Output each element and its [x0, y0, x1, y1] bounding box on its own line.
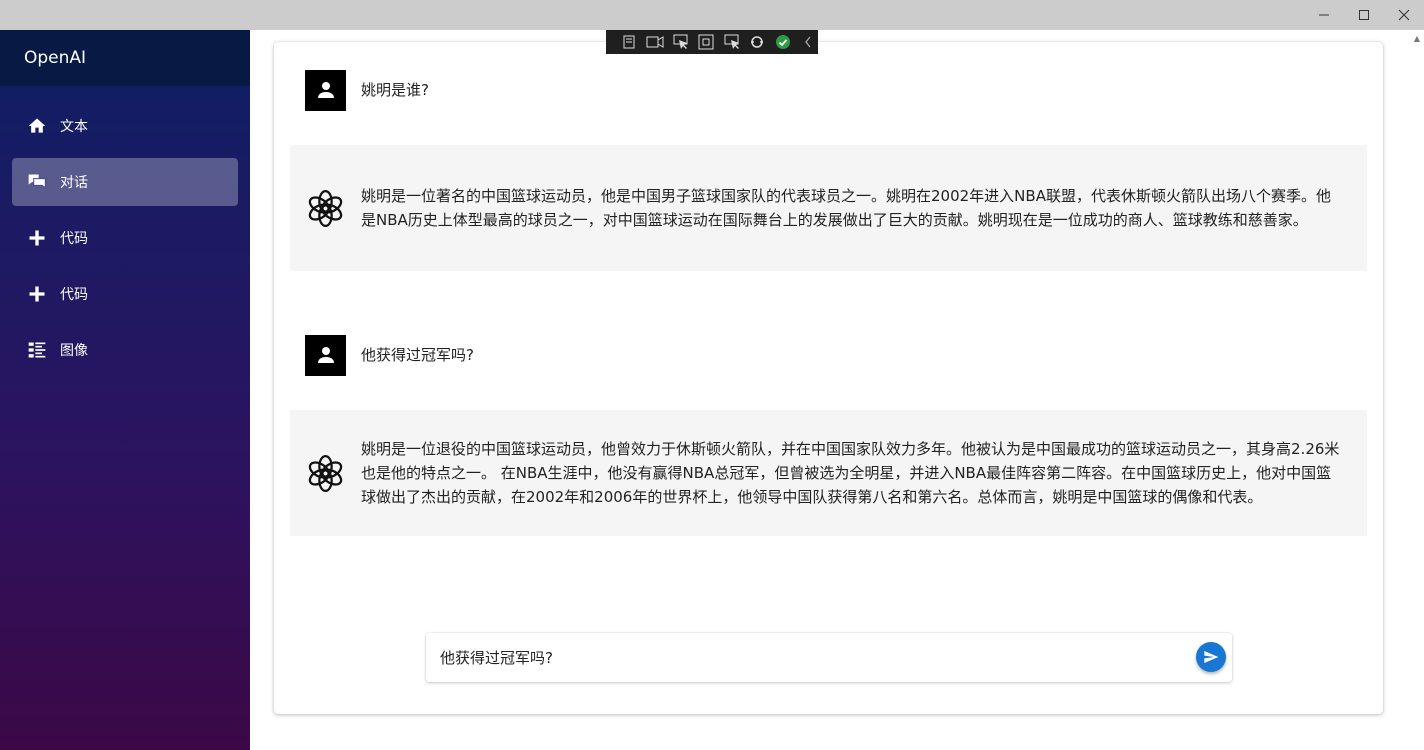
user-avatar-icon	[305, 334, 346, 376]
sidebar-item-chat[interactable]: 对话	[12, 158, 238, 206]
maximize-icon[interactable]	[1344, 0, 1384, 30]
message-text: 姚明是谁?	[361, 81, 429, 99]
app-title: OpenAI	[0, 30, 250, 86]
sidebar-item-label: 图像	[60, 343, 88, 359]
chat-icon	[26, 171, 48, 193]
plus-icon	[26, 227, 48, 249]
sidebar: OpenAI 文本 对话 代码 代码 图像	[0, 30, 250, 750]
chat-message-assistant: 姚明是一位退役的中国篮球运动员，他曾效力于休斯顿火箭队，并在中国国家队效力多年。…	[290, 410, 1367, 536]
check-icon[interactable]	[773, 33, 793, 51]
user-avatar-icon	[305, 69, 346, 111]
chat-message-user: 姚明是谁?	[290, 58, 1367, 122]
sidebar-item-label: 文本	[60, 119, 88, 135]
chat-input[interactable]	[440, 643, 1180, 671]
sidebar-item-label: 代码	[60, 231, 88, 247]
openai-logo-icon	[305, 188, 346, 229]
select-element-icon[interactable]	[620, 33, 640, 51]
message-text: 他获得过冠军吗?	[361, 346, 474, 364]
sidebar-nav: 文本 对话 代码 代码 图像	[12, 102, 238, 382]
hot-reload-icon[interactable]	[748, 33, 768, 51]
chat-message-assistant: 姚明是一位著名的中国篮球运动员，他是中国男子篮球国家队的代表球员之一。姚明在20…	[290, 145, 1367, 271]
message-text: 姚明是一位著名的中国篮球运动员，他是中国男子篮球国家队的代表球员之一。姚明在20…	[361, 187, 1331, 229]
sidebar-item-code-2[interactable]: 代码	[12, 270, 238, 318]
openai-logo-icon	[305, 453, 346, 494]
video-icon[interactable]	[646, 33, 666, 51]
close-icon[interactable]	[1384, 0, 1424, 30]
sidebar-item-image[interactable]: 图像	[12, 326, 238, 374]
debug-toolbar	[606, 30, 818, 54]
send-icon	[1204, 651, 1219, 663]
frame-icon[interactable]	[697, 33, 717, 51]
inspect-icon[interactable]	[722, 33, 742, 51]
home-icon	[26, 115, 48, 137]
window-titlebar	[0, 0, 1424, 30]
minimize-icon[interactable]	[1304, 0, 1344, 30]
sidebar-item-label: 对话	[60, 175, 88, 191]
chat-message-user: 他获得过冠军吗?	[290, 323, 1367, 387]
grid-list-icon	[26, 339, 48, 361]
message-text: 姚明是一位退役的中国篮球运动员，他曾效力于休斯顿火箭队，并在中国国家队效力多年。…	[361, 440, 1340, 506]
pointer-select-icon[interactable]	[671, 33, 691, 51]
send-button[interactable]	[1196, 642, 1226, 672]
plus-icon	[26, 283, 48, 305]
sidebar-item-code[interactable]: 代码	[12, 214, 238, 262]
sidebar-item-text[interactable]: 文本	[12, 102, 238, 150]
sidebar-item-label: 代码	[60, 287, 88, 303]
scroll-up-icon[interactable]: ▲	[1414, 34, 1420, 43]
chevron-left-icon[interactable]	[799, 33, 819, 51]
chat-input-container	[426, 633, 1232, 682]
